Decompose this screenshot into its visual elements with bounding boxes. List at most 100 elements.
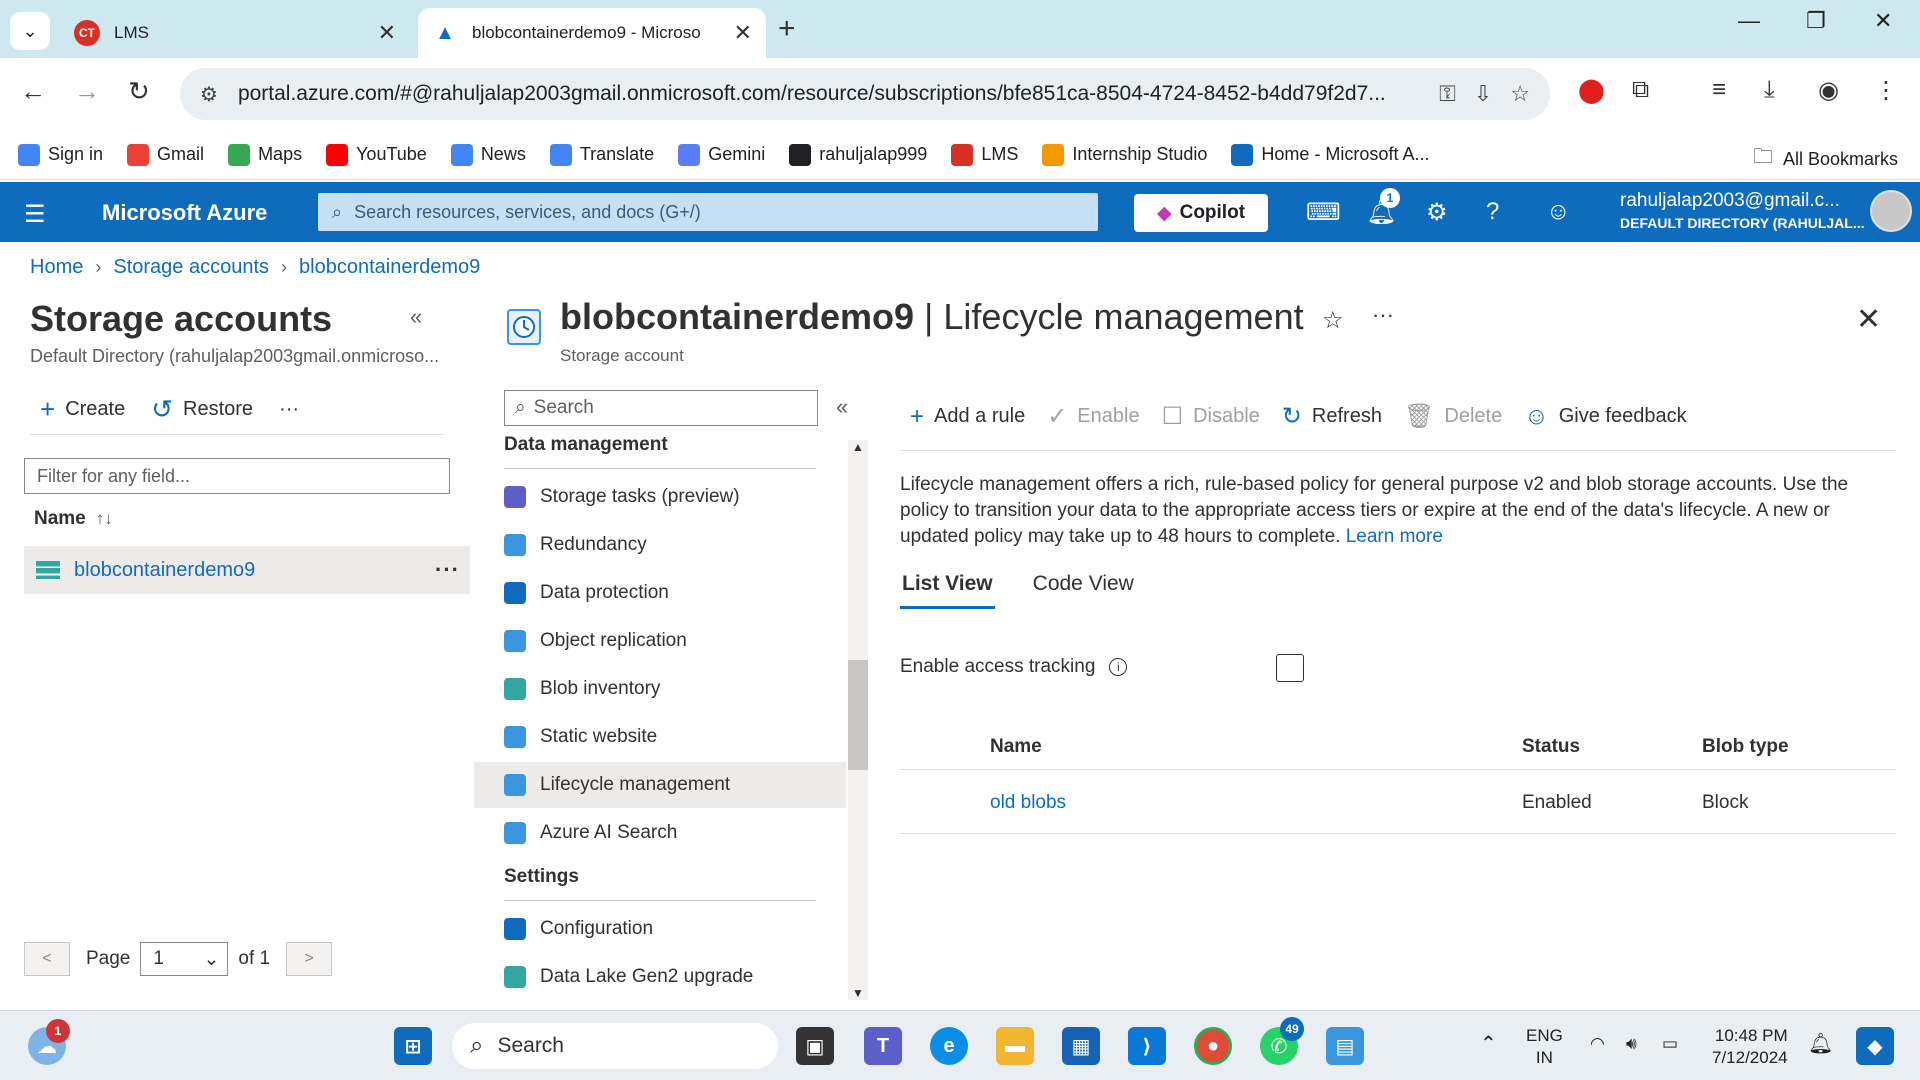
cloud-shell-icon[interactable]: ⌨ (1306, 198, 1341, 227)
tab-code-view[interactable]: Code View (1031, 572, 1136, 609)
bookmark-item[interactable]: Translate (549, 143, 654, 166)
bookmark-item[interactable]: Gemini (678, 143, 765, 166)
chrome-icon[interactable]: ● (1194, 1027, 1232, 1065)
give-feedback-button[interactable]: ☺ Give feedback (1524, 403, 1686, 431)
collapse-menu-icon[interactable]: « (836, 394, 848, 420)
tab-lms[interactable]: CT LMS ✕ (60, 8, 410, 58)
menu-item[interactable]: Azure AI Search (474, 810, 846, 856)
list-item[interactable]: blobcontainerdemo9 ··· (24, 546, 470, 594)
bookmark-item[interactable]: LMS (951, 143, 1018, 166)
avatar[interactable] (1870, 190, 1912, 232)
file-explorer-icon[interactable]: ▬ (996, 1027, 1034, 1065)
bookmark-item[interactable]: rahuljalap999 (789, 143, 927, 166)
more-actions-button[interactable]: ··· (279, 398, 299, 421)
storage-account-name[interactable]: blobcontainerdemo9 (74, 559, 255, 582)
site-info-icon[interactable]: ⚙ (200, 82, 218, 107)
azure-data-studio-icon[interactable]: ▤ (1326, 1027, 1364, 1065)
breadcrumb-resource[interactable]: blobcontainerdemo9 (299, 256, 480, 279)
info-icon[interactable]: i (1109, 658, 1128, 676)
microsoft-store-icon[interactable]: ▦ (1062, 1027, 1100, 1065)
close-window-icon[interactable]: ✕ (1874, 8, 1892, 34)
bookmark-item[interactable]: Sign in (18, 143, 103, 166)
menu-search-input[interactable]: ⌕ Search (504, 390, 818, 426)
all-bookmarks-button[interactable]: 🗀 All Bookmarks (1753, 142, 1898, 176)
favorite-star-icon[interactable]: ☆ (1322, 306, 1344, 335)
downloads-icon[interactable]: ⤓ (1764, 76, 1775, 104)
tab-search-dropdown[interactable]: ⌄ (10, 12, 50, 50)
feedback-icon[interactable]: ☺ (1546, 198, 1571, 226)
copilot-taskbar-icon[interactable]: ◆ (1856, 1027, 1894, 1065)
reload-icon[interactable]: ↻ (128, 76, 150, 107)
add-rule-button[interactable]: + Add a rule (910, 403, 1025, 431)
global-search-input[interactable]: ⌕ Search resources, services, and docs (… (318, 193, 1098, 231)
menu-kebab-icon[interactable]: ⋮ (1874, 76, 1898, 105)
help-icon[interactable]: ? (1486, 198, 1499, 226)
vscode-icon[interactable]: ⟩ (1128, 1027, 1166, 1065)
sort-icon[interactable]: ↑↓ (96, 509, 113, 529)
clock[interactable]: 10:48 PM 7/12/2024 (1712, 1025, 1788, 1069)
bookmark-item[interactable]: Gmail (127, 143, 204, 166)
close-blade-icon[interactable]: ✕ (1856, 302, 1881, 337)
filter-input[interactable]: Filter for any field... (24, 458, 450, 494)
menu-item[interactable]: Lifecycle management (474, 762, 846, 808)
new-tab-icon[interactable]: + (778, 12, 796, 46)
show-hidden-icons-icon[interactable]: ⌃ (1480, 1033, 1497, 1055)
bookmark-star-icon[interactable]: ☆ (1510, 81, 1530, 107)
breadcrumb-home[interactable]: Home (30, 256, 83, 279)
header-blob-type[interactable]: Blob type (1702, 724, 1789, 769)
collapse-blade-icon[interactable]: « (410, 304, 422, 330)
create-button[interactable]: + Create (40, 394, 125, 425)
opera-extension-icon[interactable]: ⬤ (1578, 76, 1605, 105)
menu-item[interactable]: Static website (474, 714, 846, 760)
bookmark-item[interactable]: Internship Studio (1042, 143, 1207, 166)
column-header-name[interactable]: Name ↑↓ (34, 508, 113, 530)
bookmark-item[interactable]: News (450, 143, 526, 166)
menu-item[interactable]: Data Lake Gen2 upgrade (474, 954, 846, 998)
menu-item[interactable]: Object replication (474, 618, 846, 664)
password-key-icon[interactable]: ⚿ (1439, 81, 1456, 107)
header-status[interactable]: Status (1522, 724, 1580, 769)
minimize-icon[interactable]: — (1738, 8, 1760, 34)
account-info[interactable]: rahuljalap2003@gmail.c... DEFAULT DIRECT… (1620, 190, 1865, 234)
extensions-icon[interactable]: ⧉ (1632, 76, 1649, 104)
menu-item[interactable]: Configuration (474, 906, 846, 952)
bookmark-item[interactable]: YouTube (326, 143, 427, 166)
forward-icon[interactable]: → (74, 76, 100, 107)
header-name[interactable]: Name (990, 724, 1042, 769)
learn-more-link[interactable]: Learn more (1346, 526, 1443, 547)
next-page-button[interactable]: > (286, 942, 333, 976)
azure-brand[interactable]: Microsoft Azure (102, 200, 267, 226)
url-text[interactable]: portal.azure.com/#@rahuljalap2003gmail.o… (238, 82, 1421, 106)
taskbar-search[interactable]: ⌕ Search (452, 1023, 778, 1069)
edge-icon[interactable]: e (930, 1027, 968, 1065)
wifi-icon[interactable]: ◠ (1590, 1033, 1605, 1055)
menu-section-header[interactable]: Data management (504, 434, 668, 456)
install-app-icon[interactable]: ⇩ (1474, 81, 1492, 107)
menu-item[interactable]: Redundancy (474, 522, 846, 568)
table-row[interactable]: old blobs Enabled Block (900, 772, 1896, 834)
language-indicator[interactable]: ENG IN (1526, 1025, 1563, 1069)
task-view-icon[interactable]: ▣ (796, 1027, 834, 1065)
scroll-down-icon[interactable]: ▼ (852, 986, 864, 1000)
bookmark-item[interactable]: Maps (228, 143, 302, 166)
volume-icon[interactable]: 🔊︎ (1626, 1033, 1637, 1055)
menu-item[interactable]: Data protection (474, 570, 846, 616)
omnibox[interactable]: ⚙ portal.azure.com/#@rahuljalap2003gmail… (180, 68, 1550, 120)
access-tracking-checkbox[interactable] (1276, 654, 1304, 682)
refresh-button[interactable]: ↻ Refresh (1282, 402, 1382, 431)
settings-gear-icon[interactable]: ⚙ (1426, 198, 1448, 227)
tab-azure[interactable]: ▲ blobcontainerdemo9 - Microso ✕ (418, 8, 766, 58)
menu-item[interactable]: Blob inventory (474, 666, 846, 712)
scroll-up-icon[interactable]: ▲ (852, 440, 864, 454)
close-tab-icon[interactable]: ✕ (734, 20, 752, 46)
more-options-icon[interactable]: ··· (1372, 302, 1394, 328)
delete-button[interactable]: 🗑︎ Delete (1404, 402, 1502, 431)
row-more-icon[interactable]: ··· (435, 557, 460, 583)
start-windows-icon[interactable]: ⊞ (394, 1027, 432, 1065)
menu-item[interactable]: Storage tasks (preview) (474, 474, 846, 520)
disable-button[interactable]: ☐ Disable (1162, 402, 1260, 431)
back-icon[interactable]: ← (20, 76, 46, 107)
profile-avatar-icon[interactable]: ◉ (1818, 76, 1839, 105)
page-select[interactable]: 1 ⌄ (140, 942, 229, 976)
prev-page-button[interactable]: < (24, 942, 70, 976)
